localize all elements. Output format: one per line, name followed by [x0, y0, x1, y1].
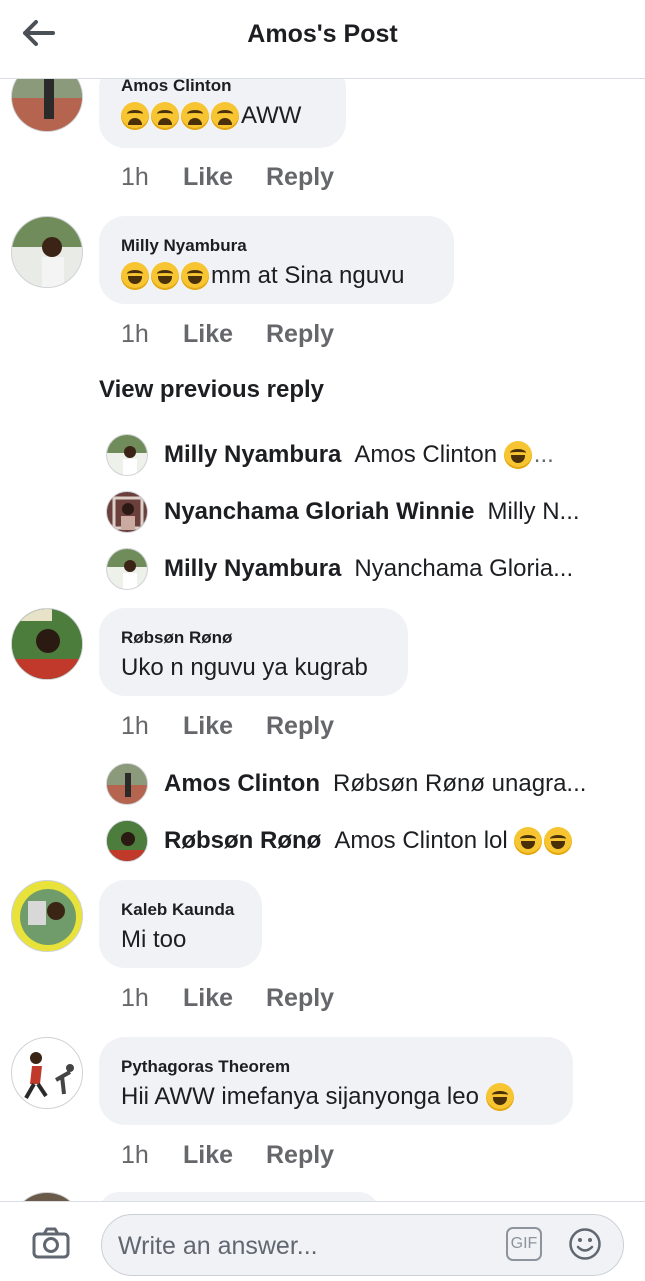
reply-button[interactable]: Reply [266, 163, 334, 192]
reply-text: Nyanchama Gloria... [354, 555, 574, 582]
avatar[interactable] [106, 434, 148, 476]
comment-bubble[interactable]: Pythagoras Theorem Hii AWW imefanya sija… [99, 1037, 573, 1125]
reply-author[interactable]: Amos Clinton [164, 770, 320, 798]
like-button[interactable]: Like [183, 984, 266, 1013]
avatar[interactable] [106, 820, 148, 862]
avatar[interactable] [11, 1037, 83, 1109]
reply-text: Milly N... [487, 498, 580, 525]
comment-author[interactable]: Milly Nyambura [121, 236, 247, 256]
comment-author[interactable]: Røbsøn Rønø [121, 628, 232, 648]
reply-item[interactable]: Milly Nyambura Amos Clinton ... [106, 433, 606, 477]
crying-laughing-emoji [181, 262, 209, 290]
like-button[interactable]: Like [183, 712, 266, 741]
comment-bubble[interactable]: Røbsøn Rønø Uko n nguvu ya kugrab [99, 608, 408, 696]
comment-actions: 1h Like Reply [121, 1141, 334, 1170]
comment-text: Uko n nguvu ya kugrab [121, 654, 368, 681]
reply-text: Amos Clinton lol [334, 827, 574, 855]
comment-text: mm at Sina nguvu [121, 262, 404, 290]
comment-actions: 1h Like Reply [121, 163, 334, 192]
reply-button[interactable]: Reply [266, 984, 334, 1013]
comment-time: 1h [121, 1141, 149, 1169]
avatar[interactable] [11, 216, 83, 288]
crying-laughing-emoji [121, 262, 149, 290]
crying-laughing-emoji [544, 827, 573, 855]
camera-icon[interactable] [32, 1227, 70, 1259]
comment-time: 1h [121, 320, 149, 348]
reply-item[interactable]: Milly Nyambura Nyanchama Gloria... [106, 547, 606, 591]
comment-time: 1h [121, 984, 149, 1012]
comment-text: Mi too [121, 926, 187, 953]
answer-input-box[interactable]: GIF [101, 1214, 624, 1276]
comment-actions: 1h Like Reply [121, 320, 334, 349]
comment-composer: GIF [0, 1201, 645, 1281]
page-title: Amos's Post [247, 20, 398, 48]
reply-text: Røbsøn Rønø unagra... [333, 770, 587, 797]
reply-author[interactable]: Milly Nyambura [164, 555, 341, 583]
crying-laughing-emoji [151, 262, 179, 290]
avatar[interactable] [11, 608, 83, 680]
comment-author[interactable]: Amos Clinton [121, 76, 232, 96]
comment-actions: 1h Like Reply [121, 984, 334, 1013]
smiley-icon[interactable] [568, 1227, 602, 1261]
comment-text: Hii AWW imefanya sijanyonga leo [121, 1083, 516, 1111]
crying-emoji [151, 102, 179, 130]
comment-actions: 1h Like Reply [121, 712, 334, 741]
comment-author[interactable]: Kaleb Kaunda [121, 900, 234, 920]
like-button[interactable]: Like [183, 163, 266, 192]
reply-button[interactable]: Reply [266, 712, 334, 741]
reply-author[interactable]: Milly Nyambura [164, 441, 341, 469]
reply-button[interactable]: Reply [266, 320, 334, 349]
comment-time: 1h [121, 163, 149, 191]
view-previous-reply-link[interactable]: View previous reply [99, 376, 324, 404]
gif-button[interactable]: GIF [506, 1227, 542, 1261]
crying-laughing-emoji [514, 827, 543, 855]
avatar[interactable] [106, 491, 148, 533]
reply-author[interactable]: Nyanchama Gloriah Winnie [164, 498, 475, 526]
comment-text: AWW [121, 102, 301, 130]
crying-emoji [181, 102, 209, 130]
top-bar: Amos's Post [0, 0, 645, 79]
avatar[interactable] [106, 548, 148, 590]
reply-item[interactable]: Amos Clinton Røbsøn Rønø unagra... [106, 762, 606, 806]
crying-emoji [211, 102, 239, 130]
reply-item[interactable]: Nyanchama Gloriah Winnie Milly N... [106, 490, 606, 534]
avatar[interactable] [106, 763, 148, 805]
like-button[interactable]: Like [183, 320, 266, 349]
answer-input[interactable] [116, 1229, 500, 1263]
comment-bubble[interactable]: Kaleb Kaunda Mi too [99, 880, 262, 968]
crying-laughing-emoji [503, 441, 532, 469]
like-button[interactable]: Like [183, 1141, 266, 1170]
reply-item[interactable]: Røbsøn Rønø Amos Clinton lol [106, 819, 606, 863]
comment-bubble[interactable]: Milly Nyambura mm at Sina nguvu [99, 216, 454, 304]
reply-author[interactable]: Røbsøn Rønø [164, 827, 321, 855]
avatar[interactable] [11, 880, 83, 952]
comment-time: 1h [121, 712, 149, 740]
crying-laughing-emoji [485, 1083, 514, 1111]
crying-emoji [121, 102, 149, 130]
reply-button[interactable]: Reply [266, 1141, 334, 1170]
comment-author[interactable]: Pythagoras Theorem [121, 1057, 290, 1077]
reply-text: Amos Clinton ... [354, 441, 554, 469]
